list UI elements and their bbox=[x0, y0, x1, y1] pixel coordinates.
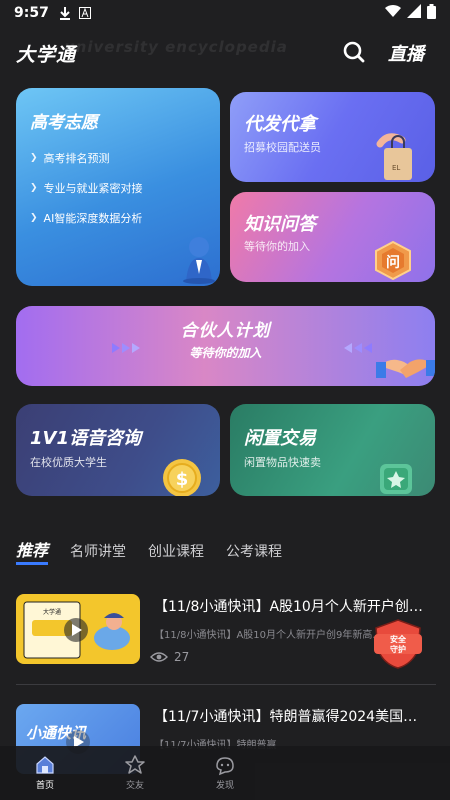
content-tabs: 推荐 名师讲堂 创业课程 公考课程 bbox=[16, 536, 436, 566]
card-title: 合伙人计划 bbox=[180, 321, 271, 341]
card-title: 闲置交易 bbox=[244, 428, 316, 449]
signal-icon bbox=[407, 4, 421, 22]
font-app-icon bbox=[78, 7, 91, 19]
coin-icon: $ bbox=[163, 459, 201, 496]
friends-icon bbox=[125, 755, 145, 774]
star-tag-icon bbox=[380, 464, 412, 494]
card-title: 1V1语音咨询 bbox=[30, 428, 141, 449]
chevron-right-icon: ❯ bbox=[30, 213, 38, 223]
tab-startup-courses[interactable]: 创业课程 bbox=[148, 541, 204, 561]
handshake-icon bbox=[376, 359, 435, 378]
live-button[interactable]: 直播 bbox=[388, 40, 424, 66]
double-chevron-right-icon bbox=[112, 343, 140, 353]
search-button[interactable] bbox=[342, 40, 368, 66]
search-icon bbox=[343, 41, 365, 63]
discover-icon bbox=[216, 757, 234, 776]
tab-civil-exam-courses[interactable]: 公考课程 bbox=[226, 541, 282, 561]
download-icon bbox=[59, 6, 71, 20]
tab-recommend[interactable]: 推荐 bbox=[16, 537, 49, 565]
list-item: ❯ 专业与就业紧密对接 bbox=[30, 182, 143, 195]
list-item: ❯ 高考排名预测 bbox=[30, 152, 110, 165]
tab-famous-teachers[interactable]: 名师讲堂 bbox=[70, 541, 126, 561]
svg-text:$: $ bbox=[176, 469, 189, 490]
news-thumbnail: 大学通 bbox=[16, 594, 140, 664]
card-partner-plan[interactable]: 合伙人计划 等待你的加入 bbox=[16, 306, 435, 386]
app-title: 大学通 bbox=[16, 44, 77, 66]
thumbnail-illustration: 大学通 bbox=[23, 601, 130, 659]
card-knowledge-qa[interactable]: 知识问答 等待你的加入 问 bbox=[230, 192, 435, 282]
list-item: ❯ AI智能深度数据分析 bbox=[30, 212, 143, 225]
badge-char: 问 bbox=[386, 254, 400, 271]
card-subtitle: 闲置物品快速卖 bbox=[244, 456, 321, 469]
chess-pawn-icon bbox=[183, 237, 215, 284]
card-voice-consult[interactable]: 1V1语音咨询 在校优质大学生 $ bbox=[16, 404, 220, 496]
nav-label: 发现 bbox=[215, 781, 234, 791]
double-chevron-left-icon bbox=[344, 343, 372, 353]
card-secondhand-trade[interactable]: 闲置交易 闲置物品快速卖 bbox=[230, 404, 435, 496]
eye-icon bbox=[150, 652, 168, 662]
battery-icon bbox=[427, 3, 436, 23]
nav-label: 首页 bbox=[35, 781, 54, 791]
nav-label: 交友 bbox=[125, 781, 144, 791]
card-title: 知识问答 bbox=[244, 214, 316, 235]
view-count-value: 27 bbox=[174, 650, 190, 664]
chevron-right-icon: ❯ bbox=[30, 153, 38, 163]
card-title: 代发代拿 bbox=[244, 114, 316, 135]
card-college-application[interactable]: 高考志愿 ❯ 高考排名预测 ❯ 专业与就业紧密对接 ❯ AI智能深度数据分析 bbox=[16, 88, 220, 286]
news-snippet: 【11/8小通快讯】A股10月个人新开户创9年新高·小 bbox=[154, 630, 384, 641]
nav-friends[interactable]: 交友 bbox=[90, 754, 180, 791]
bottom-navigation: 首页 交友 发现 bbox=[0, 746, 450, 800]
svg-text:大学通: 大学通 bbox=[43, 608, 61, 616]
card-subtitle: 在校优质大学生 bbox=[30, 456, 107, 469]
safety-guard-badge[interactable]: 安全 守护 bbox=[372, 618, 424, 670]
feature-list: ❯ 高考排名预测 ❯ 专业与就业紧密对接 ❯ AI智能深度数据分析 bbox=[30, 150, 143, 240]
svg-text:EL: EL bbox=[392, 164, 400, 172]
home-icon bbox=[36, 756, 54, 774]
wifi-icon bbox=[385, 4, 401, 22]
status-bar: 9:57 bbox=[0, 0, 450, 26]
card-delivery[interactable]: 代发代拿 招募校园配送员 EL bbox=[230, 92, 435, 182]
chevron-right-icon: ❯ bbox=[30, 183, 38, 193]
divider bbox=[16, 684, 436, 685]
nav-discover[interactable]: 发现 bbox=[180, 754, 270, 791]
card-title: 高考志愿 bbox=[30, 113, 98, 133]
svg-text:守护: 守护 bbox=[390, 644, 406, 654]
watermark-text: university encyclopedia bbox=[64, 38, 288, 56]
question-badge-icon: 问 bbox=[375, 240, 411, 280]
app-header: university encyclopedia 大学通 直播 bbox=[0, 28, 450, 78]
svg-text:安全: 安全 bbox=[390, 634, 407, 644]
card-subtitle: 招募校园配送员 bbox=[244, 141, 321, 154]
news-title: 【11/8小通快讯】A股10月个人新开户创… bbox=[154, 599, 423, 615]
nav-home[interactable]: 首页 bbox=[0, 754, 90, 791]
news-title: 【11/7小通快讯】特朗普赢得2024美国… bbox=[154, 709, 418, 725]
card-subtitle: 等待你的加入 bbox=[244, 240, 310, 253]
shopping-bag-icon: EL bbox=[376, 133, 412, 180]
status-time: 9:57 bbox=[14, 5, 49, 21]
view-count: 27 bbox=[150, 650, 189, 664]
